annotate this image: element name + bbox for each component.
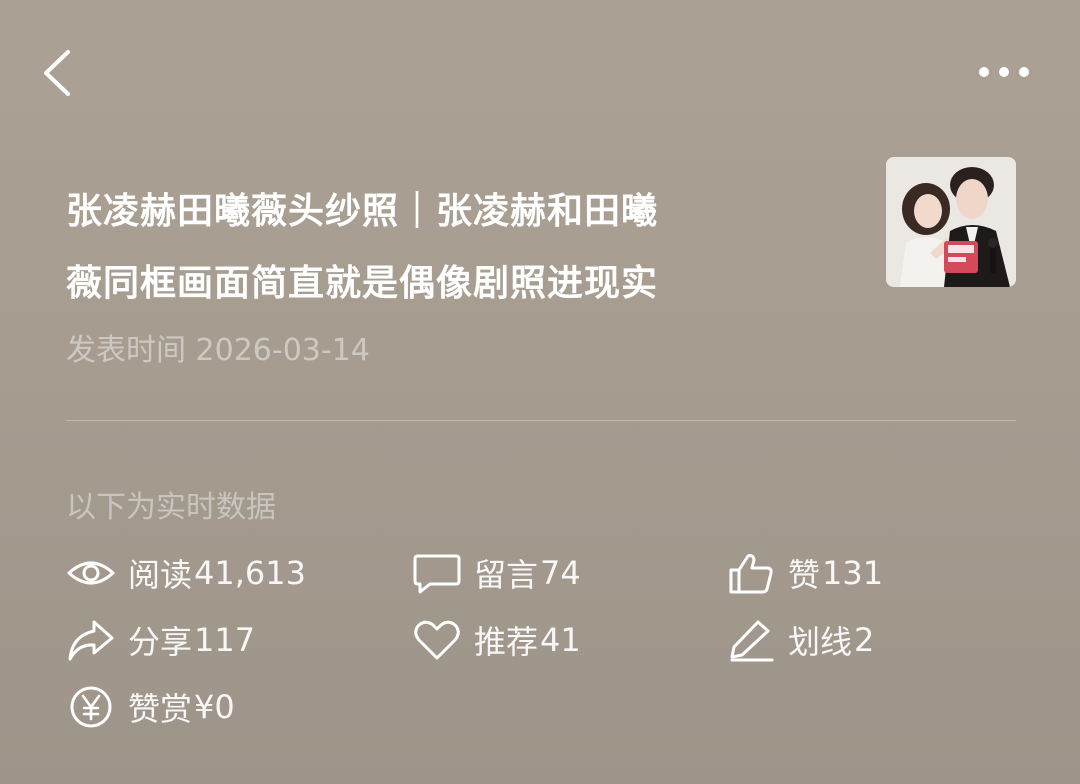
stat-read: 阅读 41,613 xyxy=(66,549,306,597)
back-button[interactable] xyxy=(36,44,84,102)
pen-icon xyxy=(730,620,774,662)
stat-tips: 赞赏 ¥0 xyxy=(66,683,235,731)
stat-tips-value: ¥0 xyxy=(194,688,235,726)
publish-time: 发表时间 2026-03-14 xyxy=(66,333,370,368)
stat-likes-label: 赞 xyxy=(788,556,821,594)
realtime-data-label: 以下为实时数据 xyxy=(66,490,276,525)
stat-underline-label: 划线 xyxy=(788,623,853,661)
chevron-left-icon xyxy=(44,50,70,96)
heart-icon xyxy=(414,620,460,660)
stat-recommend-value: 41 xyxy=(540,621,581,659)
stat-comments-label: 留言 xyxy=(474,556,539,594)
stat-underline: 划线 2 xyxy=(726,616,874,664)
article-title-line-1: 张凌赫田曦薇头纱照｜张凌赫和田曦 xyxy=(66,191,659,232)
thumbs-up-icon xyxy=(729,554,773,594)
thumbnail-image xyxy=(886,157,1016,287)
stat-comments-value: 74 xyxy=(540,554,581,592)
more-button[interactable] xyxy=(974,52,1034,92)
stat-underline-value: 2 xyxy=(854,621,875,659)
stat-likes-value: 131 xyxy=(822,554,884,592)
eye-icon xyxy=(67,561,115,585)
stat-read-label: 阅读 xyxy=(128,556,193,594)
stat-recommend-label: 推荐 xyxy=(474,623,539,661)
article-title: 张凌赫田曦薇头纱照｜张凌赫和田曦 薇同框画面简直就是偶像剧照进现实 xyxy=(66,176,826,320)
stat-shares: 分享 117 xyxy=(66,616,255,664)
stat-recommend: 推荐 41 xyxy=(412,616,581,664)
stat-likes: 赞 131 xyxy=(726,549,883,597)
stat-tips-label: 赞赏 xyxy=(128,690,193,728)
more-dots-icon xyxy=(979,67,1029,77)
stat-shares-label: 分享 xyxy=(128,623,193,661)
article-title-line-2: 薇同框画面简直就是偶像剧照进现实 xyxy=(66,263,659,304)
yen-icon xyxy=(70,686,112,728)
share-icon xyxy=(68,620,114,661)
stat-read-value: 41,613 xyxy=(194,554,306,592)
stat-comments: 留言 74 xyxy=(412,549,581,597)
article-thumbnail[interactable] xyxy=(886,157,1016,287)
divider xyxy=(66,420,1016,421)
stat-shares-value: 117 xyxy=(194,621,256,659)
comment-icon xyxy=(413,554,461,594)
